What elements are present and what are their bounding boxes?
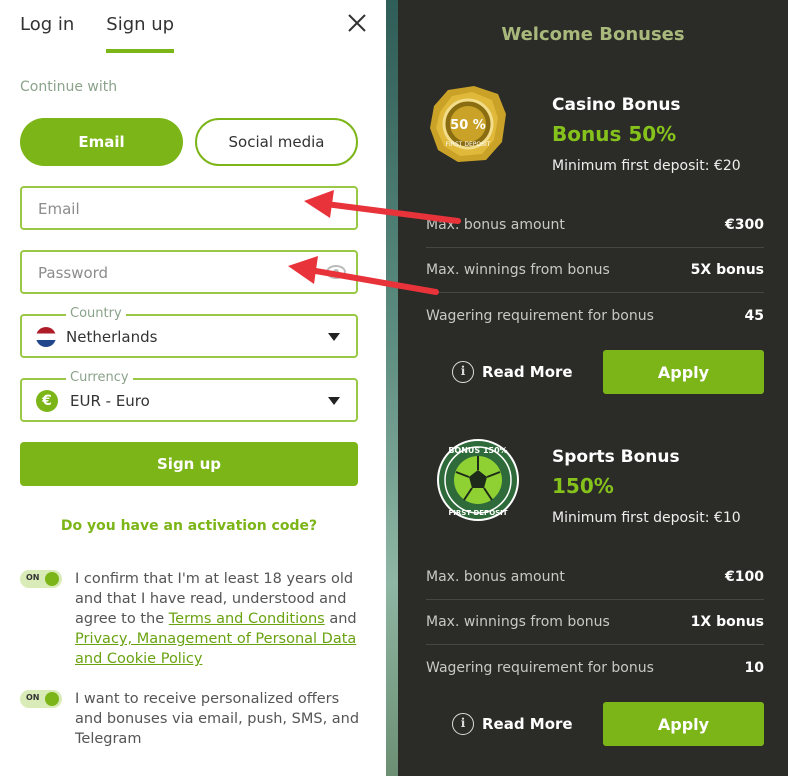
row-value: 1X bonus [690,614,764,630]
auth-modal: Log in Sign up Continue with Email Socia… [0,0,386,776]
read-more-label: Read More [482,715,573,733]
casino-bonus-percent: Bonus 50% [552,122,677,146]
currency-legend: Currency [66,370,133,385]
toggle-knob [45,572,59,586]
row-label: Wagering requirement for bonus [426,307,654,324]
activation-code-link[interactable]: Do you have an activation code? [0,518,378,534]
row-value: €100 [725,569,764,585]
euro-icon: € [36,390,58,412]
row-value: €300 [725,217,764,233]
tab-log-in[interactable]: Log in [20,14,74,53]
terms-link[interactable]: Terms and Conditions [169,611,325,627]
casino-bonus-name: Casino Bonus [552,95,681,115]
age-consent-toggle[interactable]: ON [20,570,62,588]
continue-with-label: Continue with [20,79,118,95]
sports-read-more-link[interactable]: i Read More [452,713,573,735]
chevron-down-icon [328,333,340,341]
info-icon: i [452,361,474,383]
country-select[interactable]: Country Netherlands [20,306,358,358]
toggle-state: ON [26,693,40,702]
casino-apply-button[interactable]: Apply [603,350,764,394]
toggle-state: ON [26,573,40,582]
table-row: Max. winnings from bonus 5X bonus [426,248,764,293]
row-value: 45 [744,307,764,324]
privacy-policy-link[interactable]: Privacy, Management of Personal Data and… [75,631,356,667]
casino-badge-sub: FIRST DEPOSIT [446,141,491,148]
table-row: Max. bonus amount €100 [426,555,764,600]
marketing-consent-text: I want to receive personalized offers an… [75,691,360,747]
casino-read-more-link[interactable]: i Read More [452,361,573,383]
table-row: Max. winnings from bonus 1X bonus [426,600,764,645]
row-value: 5X bonus [690,262,764,278]
background-strip [386,0,398,776]
casino-bonus-badge-icon: 50 % FIRST DEPOSIT [430,86,506,162]
table-row: Wagering requirement for bonus 10 [426,645,764,690]
casino-badge-text: 50 % [450,118,486,133]
marketing-consent-toggle[interactable]: ON [20,690,62,708]
email-field[interactable]: Email [20,186,358,230]
email-method-button[interactable]: Email [20,118,183,166]
age-consent-text: I confirm that I'm at least 18 years old… [75,569,365,669]
password-field[interactable]: Password [20,250,358,294]
netherlands-flag-icon [36,327,56,347]
show-password-icon[interactable] [326,265,346,279]
sports-bonus-name: Sports Bonus [552,447,680,467]
close-icon[interactable] [346,12,368,34]
row-value: 10 [744,659,764,676]
row-label: Wagering requirement for bonus [426,659,654,676]
row-label: Max. bonus amount [426,217,565,233]
sports-badge-text: BONUS 150% [448,446,507,455]
row-label: Max. bonus amount [426,569,565,585]
info-icon: i [452,713,474,735]
country-value: Netherlands [66,328,158,346]
tab-sign-up[interactable]: Sign up [106,14,175,53]
email-placeholder: Email [38,200,80,218]
sports-min-deposit: Minimum first deposit: €10 [552,510,741,526]
table-row: Wagering requirement for bonus 45 [426,293,764,338]
currency-select[interactable]: Currency € EUR - Euro [20,370,358,422]
auth-tabs: Log in Sign up [20,14,175,53]
welcome-bonuses-panel: Welcome Bonuses 50 % FIRST DEPOSIT Casin… [398,0,788,776]
table-row: Max. bonus amount €300 [426,203,764,248]
sports-badge-sub: FIRST DEPOSIT [448,509,507,517]
social-media-method-button[interactable]: Social media [195,118,358,166]
toggle-knob [45,692,59,706]
casino-min-deposit: Minimum first deposit: €20 [552,158,741,174]
sign-up-button[interactable]: Sign up [20,442,358,486]
sports-apply-button[interactable]: Apply [603,702,764,746]
sports-bonus-percent: 150% [552,474,614,498]
country-legend: Country [66,306,126,321]
password-placeholder: Password [38,264,109,282]
read-more-label: Read More [482,363,573,381]
row-label: Max. winnings from bonus [426,262,610,278]
consent-text: and [324,611,357,627]
panel-title: Welcome Bonuses [501,24,685,45]
chevron-down-icon [328,397,340,405]
currency-value: EUR - Euro [70,392,150,410]
row-label: Max. winnings from bonus [426,614,610,630]
sports-bonus-badge-icon: BONUS 150% FIRST DEPOSIT [437,439,519,521]
